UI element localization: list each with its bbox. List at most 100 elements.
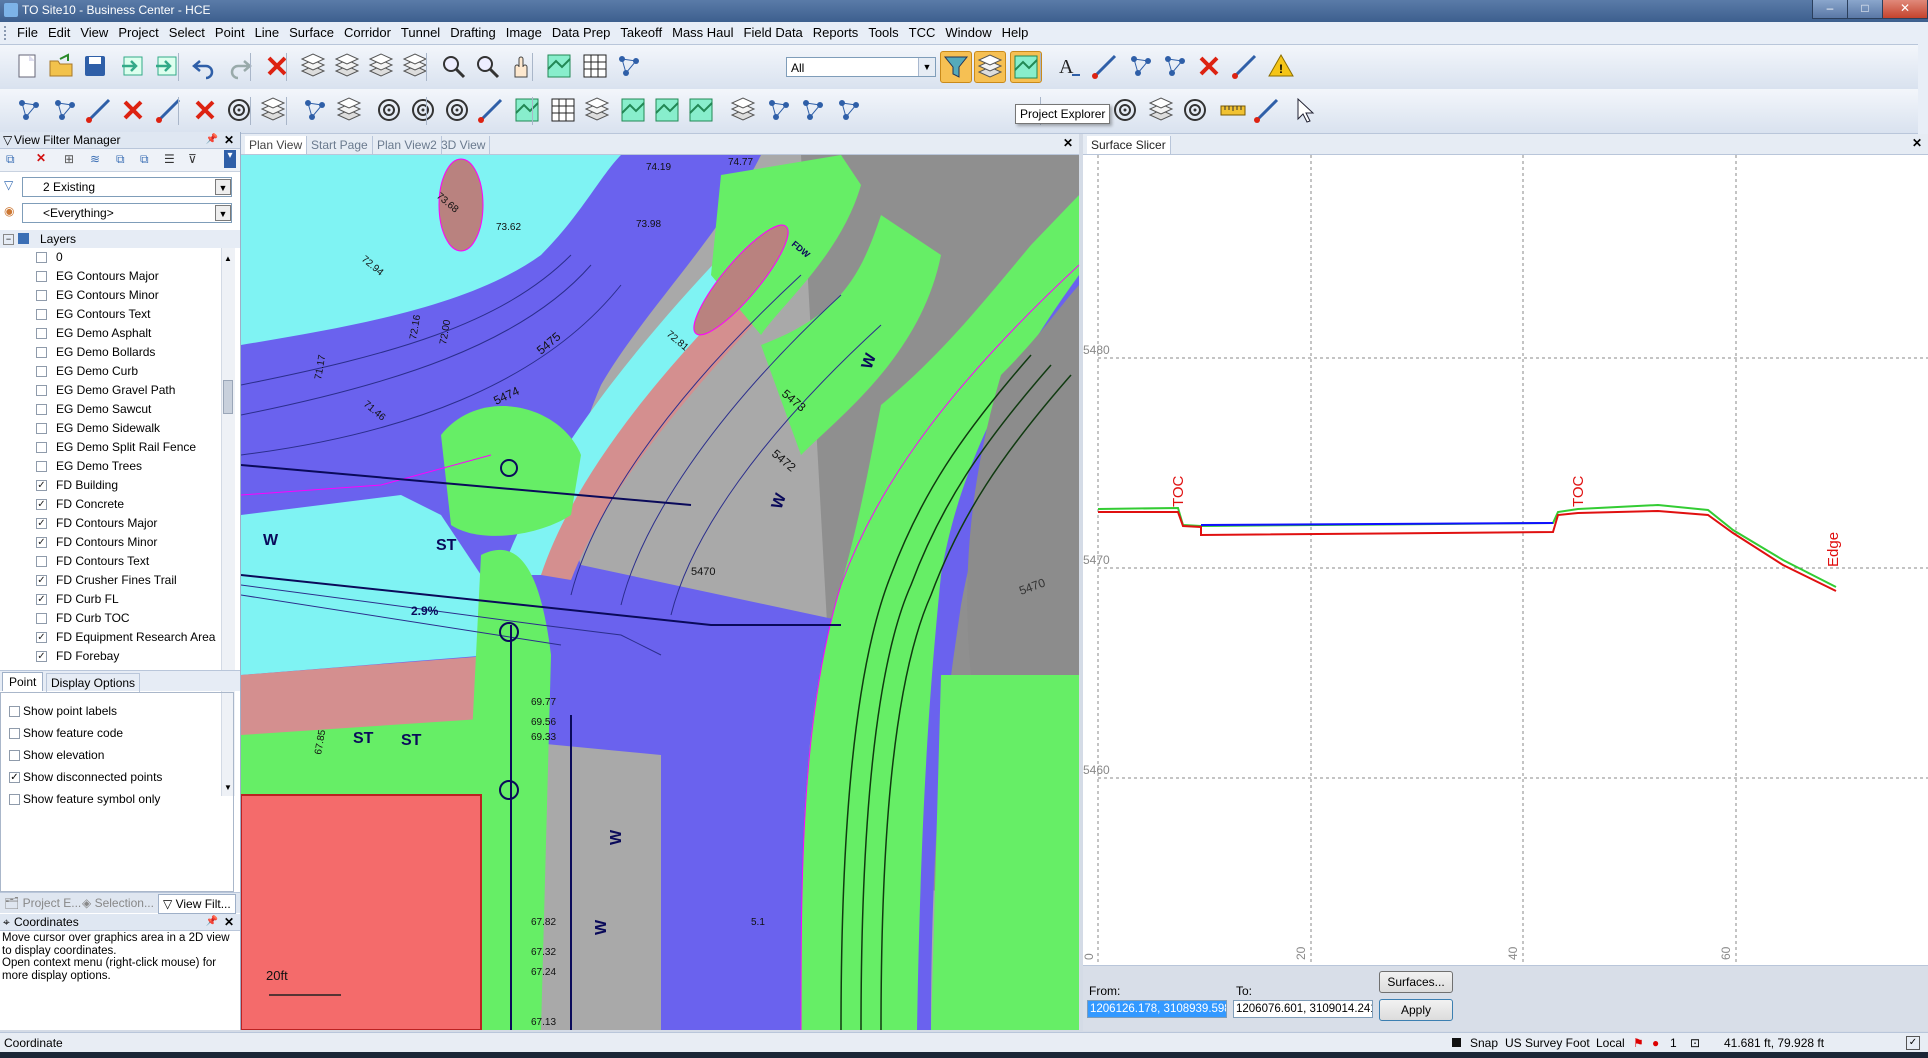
layer-checkbox[interactable] xyxy=(36,271,47,282)
delete-icon[interactable]: ✕ xyxy=(36,151,46,165)
option-checkbox[interactable]: ✓ xyxy=(9,772,20,783)
layer-checkbox[interactable] xyxy=(36,309,47,320)
menu-image[interactable]: Image xyxy=(501,22,547,44)
menu-surface[interactable]: Surface xyxy=(284,22,339,44)
menu-reports[interactable]: Reports xyxy=(808,22,864,44)
menu-line[interactable]: Line xyxy=(250,22,285,44)
tab-project-explorer[interactable]: 🗂 Project E... xyxy=(4,894,81,912)
move-icon[interactable] xyxy=(1180,95,1210,125)
ruler-icon[interactable] xyxy=(1218,95,1248,125)
remove-icon[interactable] xyxy=(118,95,148,125)
scroll-up-icon[interactable]: ▲ xyxy=(224,254,232,263)
intersect-icon[interactable] xyxy=(154,95,184,125)
stack-icon[interactable] xyxy=(334,95,364,125)
delete-icon[interactable] xyxy=(262,51,292,81)
tab-start-page[interactable]: Start Page xyxy=(307,136,373,154)
tab-display-options[interactable]: Display Options xyxy=(46,673,141,692)
filter-icon[interactable] xyxy=(940,51,972,83)
multi-point-icon[interactable] xyxy=(50,95,80,125)
menubar-grip[interactable] xyxy=(4,26,10,40)
zoom-extents-icon[interactable] xyxy=(438,51,468,81)
project-settings-icon[interactable] xyxy=(298,51,328,81)
tab-surface-slicer[interactable]: Surface Slicer xyxy=(1087,136,1171,154)
copy-icon[interactable]: ⧉ xyxy=(116,152,125,167)
view-filter-icon[interactable] xyxy=(614,51,644,81)
maximize-button[interactable]: □ xyxy=(1847,0,1883,19)
pointer-icon[interactable] xyxy=(1290,95,1320,125)
menu-select[interactable]: Select xyxy=(164,22,210,44)
measure-icon[interactable] xyxy=(476,95,506,125)
collapse-icon[interactable]: − xyxy=(3,234,14,245)
menu-corridor[interactable]: Corridor xyxy=(339,22,396,44)
option-checkbox[interactable] xyxy=(9,728,20,739)
layer-checkbox[interactable]: ✓ xyxy=(36,651,47,662)
plan-view-icon[interactable] xyxy=(544,51,574,81)
lock-icon[interactable]: ⊡ xyxy=(1690,1033,1700,1053)
option-checkbox[interactable] xyxy=(9,794,20,805)
color-icon[interactable] xyxy=(258,95,288,125)
save-icon[interactable] xyxy=(80,51,110,81)
close-view-icon[interactable]: ✕ xyxy=(1063,136,1073,150)
layer-checkbox[interactable]: ✓ xyxy=(36,632,47,643)
tab-selection-explorer[interactable]: ◈ Selection... xyxy=(82,894,154,912)
close-button[interactable]: ✕ xyxy=(1882,0,1928,19)
menu-window[interactable]: Window xyxy=(940,22,996,44)
plan-set-icon[interactable] xyxy=(686,95,716,125)
edit-icon[interactable] xyxy=(84,95,114,125)
layer-checkbox[interactable] xyxy=(36,328,47,339)
paste-icon[interactable]: ⧉ xyxy=(140,152,149,167)
toolbar-overflow[interactable] xyxy=(1918,22,1928,134)
layers-checkbox[interactable] xyxy=(18,233,29,244)
select-icon[interactable] xyxy=(1110,95,1140,125)
layer-checkbox[interactable]: ✓ xyxy=(36,499,47,510)
layers-icon[interactable]: ≋ xyxy=(90,152,100,166)
layer-checkbox[interactable]: ✓ xyxy=(36,480,47,491)
menu-edit[interactable]: Edit xyxy=(43,22,75,44)
filter-combo[interactable]: All ▼ xyxy=(786,57,936,77)
grid-icon[interactable] xyxy=(580,51,610,81)
globe-up-icon[interactable] xyxy=(442,95,472,125)
construction-icon[interactable] xyxy=(798,95,828,125)
trim-icon[interactable] xyxy=(190,95,220,125)
menu-tcc[interactable]: TCC xyxy=(904,22,941,44)
minimize-button[interactable]: – xyxy=(1812,0,1848,19)
layer-checkbox[interactable]: ✓ xyxy=(36,518,47,529)
menu-project[interactable]: Project xyxy=(113,22,163,44)
tab-3d-view[interactable]: 3D View xyxy=(437,136,491,154)
extend-icon[interactable] xyxy=(1230,51,1260,81)
cogo-icon[interactable] xyxy=(1126,51,1156,81)
surface-icon[interactable] xyxy=(1010,51,1042,83)
layer-checkbox[interactable] xyxy=(36,442,47,453)
layer-checkbox[interactable] xyxy=(36,366,47,377)
menu-takeoff[interactable]: Takeoff xyxy=(615,22,667,44)
list-icon[interactable]: ☰ xyxy=(164,152,175,166)
menu-drafting[interactable]: Drafting xyxy=(445,22,501,44)
layer-checkbox[interactable] xyxy=(36,290,47,301)
layer-checkbox[interactable] xyxy=(36,385,47,396)
filter-add-icon[interactable]: ⊞ xyxy=(64,152,74,166)
scroll-thumb[interactable] xyxy=(223,380,233,414)
layers-root[interactable]: − Layers xyxy=(0,230,240,248)
funnel-icon[interactable]: ⊽ xyxy=(188,152,197,166)
menu-help[interactable]: Help xyxy=(997,22,1034,44)
menu-data-prep[interactable]: Data Prep xyxy=(547,22,616,44)
color-grid-icon[interactable] xyxy=(548,95,578,125)
open-icon[interactable] xyxy=(46,51,76,81)
local-indicator[interactable]: Local xyxy=(1596,1033,1625,1053)
menu-mass-haul[interactable]: Mass Haul xyxy=(667,22,738,44)
cad-icon[interactable] xyxy=(764,95,794,125)
new-file-icon[interactable] xyxy=(12,51,42,81)
render-icon[interactable] xyxy=(1146,95,1176,125)
pin-icon[interactable]: 📌 xyxy=(206,132,218,148)
line-icon[interactable] xyxy=(1090,51,1120,81)
surfaces-button[interactable]: Surfaces... xyxy=(1379,971,1453,993)
layer-checkbox[interactable]: ✓ xyxy=(36,537,47,548)
layer-checkbox[interactable]: ✓ xyxy=(36,594,47,605)
tab-view-filter[interactable]: ▽ View Filt... xyxy=(158,894,236,914)
layer-checkbox[interactable] xyxy=(36,423,47,434)
surface-tools-icon[interactable] xyxy=(300,95,330,125)
layer-checkbox[interactable] xyxy=(36,461,47,472)
angle-icon[interactable] xyxy=(1252,95,1282,125)
menu-view[interactable]: View xyxy=(75,22,113,44)
option-checkbox[interactable] xyxy=(9,750,20,761)
